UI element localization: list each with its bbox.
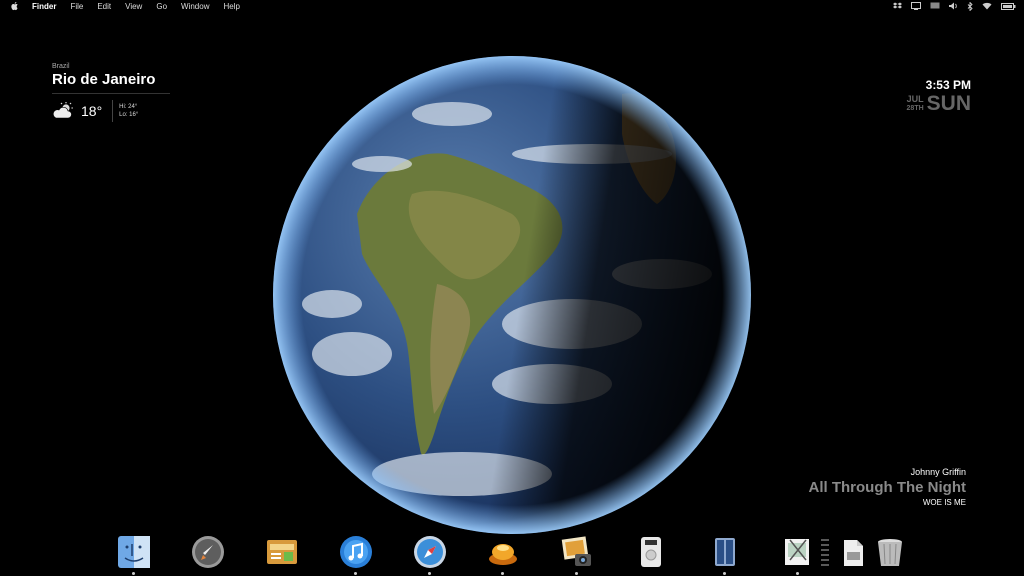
weather-widget: Brazil Rio de Janeiro 18° Hi: 24° Lo: 16… [52,63,172,122]
dock-item-columns-app[interactable] [707,534,743,575]
clock-day: 28TH [906,105,924,112]
clock-weekday: SUN [926,92,971,115]
dock-item-document-stack[interactable] [835,534,871,570]
dock-item-launchpad[interactable] [190,534,226,570]
dock-item-safari[interactable] [412,534,448,575]
safari-icon [414,536,446,568]
dock-item-growl[interactable] [485,534,521,575]
dock-item-dvd-player[interactable] [633,534,669,570]
dock-item-trash[interactable] [872,534,908,570]
running-indicator [354,572,357,575]
weather-low: Lo: 16° [119,112,139,118]
volume-icon[interactable] [949,2,958,10]
weather-high: Hi: 24° [119,104,138,110]
weather-city: Rio de Janeiro [52,71,156,88]
apple-icon[interactable] [10,1,20,11]
dock-item-system-utility[interactable] [264,534,300,570]
columns-icon [715,538,735,566]
battery-icon[interactable] [1001,2,1016,10]
dock-separator [821,538,829,566]
screen-mirror-icon[interactable] [930,2,940,10]
menu-finder[interactable]: Finder [32,2,56,11]
menu-window[interactable]: Window [181,2,209,11]
divider [52,93,170,94]
menu-go[interactable]: Go [156,2,167,11]
menu-bar: Finder File Edit View Go Window Help [0,0,1024,12]
screen-icon[interactable] [911,2,921,10]
dock [0,530,1024,576]
running-indicator [723,572,726,575]
launchpad-icon [192,536,224,568]
earth-globe-wallpaper [273,56,751,534]
running-indicator [501,572,504,575]
track-artist: Johnny Griffin [910,467,966,477]
dvd-player-icon [641,537,661,567]
dock-item-itunes[interactable] [338,534,374,575]
track-album: WOE IS ME [922,498,966,507]
running-indicator [575,572,578,575]
utility-icon [267,540,297,564]
document-icon [844,540,863,566]
running-indicator [428,572,431,575]
menu-view[interactable]: View [125,2,142,11]
finder-icon [118,536,150,568]
track-title: All Through The Night [808,479,966,496]
menu-file[interactable]: File [70,2,83,11]
weather-country: Brazil [52,63,70,70]
dock-item-iphoto[interactable] [559,534,595,575]
itunes-icon [340,536,372,568]
partly-cloudy-icon [52,102,73,119]
divider [112,100,114,122]
clock-time: 3:53 PM [925,78,971,92]
dock-item-preview[interactable] [780,534,816,575]
preview-icon [785,539,809,565]
bluetooth-icon[interactable] [967,1,973,11]
dropbox-icon[interactable] [893,2,902,10]
trash-icon [878,539,902,566]
status-area [893,0,1016,12]
now-playing-widget: Johnny Griffin All Through The Night WOE… [809,467,966,507]
weather-temperature: 18° [81,103,103,119]
running-indicator [132,572,135,575]
clock-month: JUL [906,94,924,104]
menu-edit[interactable]: Edit [97,2,111,11]
dock-item-finder[interactable] [116,534,152,575]
running-indicator [796,572,799,575]
menu-help[interactable]: Help [223,2,239,11]
iphoto-icon [561,536,591,566]
wifi-icon[interactable] [982,2,992,10]
lamp-icon [489,544,517,565]
clock-widget: 3:53 PM JUL 28TH SUN [907,78,971,115]
